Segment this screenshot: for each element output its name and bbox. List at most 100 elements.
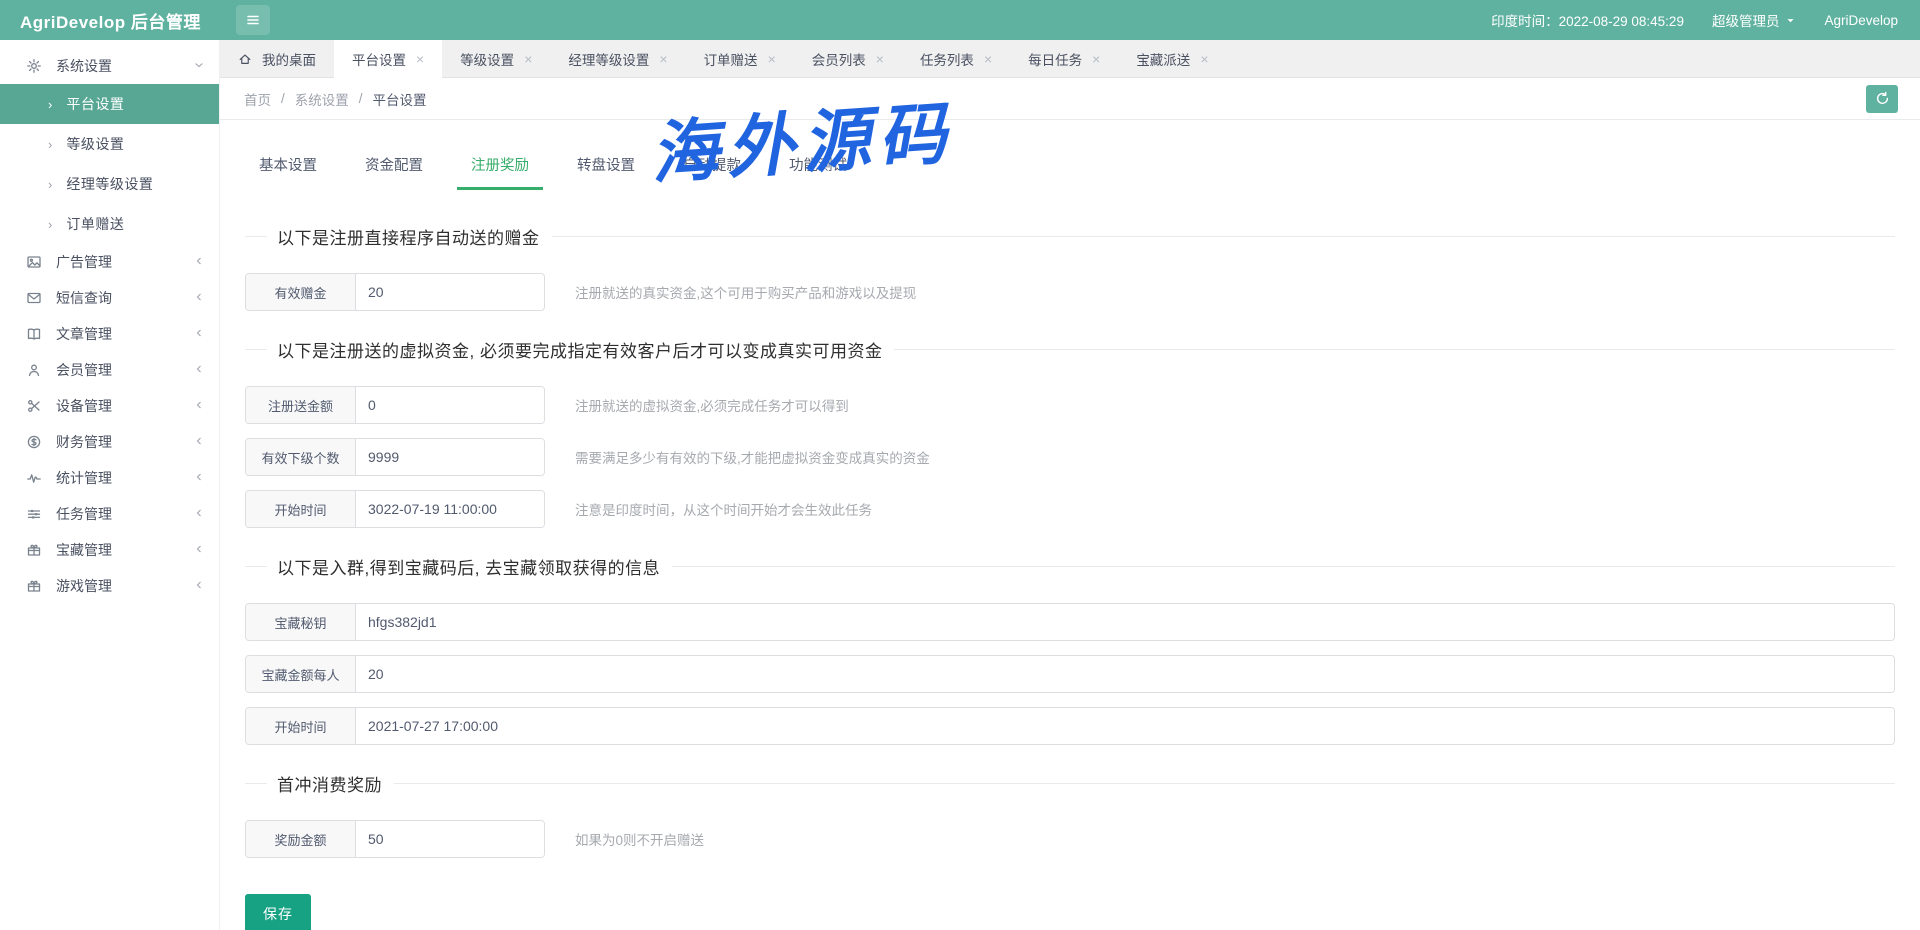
- sidebar-item-finance-management[interactable]: 财务管理: [0, 424, 219, 460]
- chevron-left-icon: [193, 254, 205, 270]
- tab-auto-withdraw[interactable]: 自动提款: [669, 154, 755, 190]
- tab-treasure-delivery[interactable]: 宝藏派送 ×: [1118, 40, 1226, 77]
- sidebar-item-order-gift[interactable]: › 订单赠送: [0, 204, 219, 244]
- close-icon[interactable]: ×: [768, 51, 776, 67]
- close-icon[interactable]: ×: [416, 51, 424, 67]
- book-icon: [26, 326, 42, 342]
- sidebar-item-label: 任务管理: [56, 504, 193, 524]
- scissors-icon: [26, 398, 42, 414]
- role-label: 超级管理员: [1712, 10, 1780, 30]
- close-icon[interactable]: ×: [876, 51, 884, 67]
- sidebar-item-statistics-management[interactable]: 统计管理: [0, 460, 219, 496]
- tab-wheel-settings[interactable]: 转盘设置: [563, 154, 649, 190]
- sidebar-item-sms-query[interactable]: 短信查询: [0, 280, 219, 316]
- page-body: 基本设置 资金配置 注册奖励 转盘设置 自动提款 功能测试 以下是注册直接程序自…: [220, 120, 1920, 930]
- treasure-amount-input[interactable]: [356, 656, 1894, 692]
- treasure-start-time-input[interactable]: [356, 708, 1894, 744]
- breadcrumb-home[interactable]: 首页: [244, 89, 271, 109]
- tab-my-desktop[interactable]: 我的桌面: [220, 40, 334, 77]
- sidebar-item-label: 经理等级设置: [66, 174, 153, 194]
- tab-manager-level-settings[interactable]: 经理等级设置 ×: [550, 40, 685, 77]
- sliders-icon: [26, 506, 42, 522]
- sidebar-item-label: 等级设置: [66, 134, 124, 154]
- tab-label: 平台设置: [352, 49, 406, 69]
- close-icon[interactable]: ×: [524, 51, 532, 67]
- section-header: 首冲消费奖励: [245, 771, 1895, 796]
- reward-amount-input[interactable]: [356, 821, 545, 857]
- tab-order-gift[interactable]: 订单赠送 ×: [686, 40, 794, 77]
- chevron-right-icon: ›: [48, 217, 52, 232]
- field-start-time-task: 开始时间 注意是印度时间，从这个时间开始才会生效此任务: [245, 490, 1895, 528]
- mail-icon: [26, 290, 42, 306]
- chevron-left-icon: [193, 470, 205, 486]
- sidebar-item-treasure-management[interactable]: 宝藏管理: [0, 532, 219, 568]
- tab-function-test[interactable]: 功能测试: [775, 154, 861, 190]
- settings-tab-bar: 基本设置 资金配置 注册奖励 转盘设置 自动提款 功能测试: [245, 154, 1895, 190]
- valid-bonus-input[interactable]: [356, 274, 545, 310]
- sidebar-item-article-management[interactable]: 文章管理: [0, 316, 219, 352]
- chevron-left-icon: [193, 434, 205, 450]
- breadcrumb-system-settings[interactable]: 系统设置: [295, 89, 349, 109]
- treasure-key-input[interactable]: [356, 604, 1894, 640]
- tab-label: 任务列表: [920, 49, 974, 69]
- sidebar-item-label: 订单赠送: [66, 214, 124, 234]
- tab-basic-settings[interactable]: 基本设置: [245, 154, 331, 190]
- refresh-button[interactable]: [1866, 85, 1898, 113]
- tab-daily-task[interactable]: 每日任务 ×: [1010, 40, 1118, 77]
- section-title: 以下是注册送的虚拟资金, 必须要完成指定有效客户后才可以变成真实可用资金: [277, 337, 882, 362]
- tab-platform-settings[interactable]: 平台设置 ×: [334, 40, 442, 78]
- field-hint: 注册就送的虚拟资金,必须完成任务才可以得到: [575, 395, 849, 415]
- sidebar-item-task-management[interactable]: 任务管理: [0, 496, 219, 532]
- dollar-icon: [26, 434, 42, 450]
- sidebar-item-device-management[interactable]: 设备管理: [0, 388, 219, 424]
- tab-member-list[interactable]: 会员列表 ×: [794, 40, 902, 77]
- gear-icon: [26, 58, 42, 74]
- role-dropdown[interactable]: 超级管理员: [1712, 10, 1797, 30]
- save-button[interactable]: 保存: [245, 894, 311, 930]
- tab-fund-config[interactable]: 资金配置: [351, 154, 437, 190]
- sidebar-item-system-settings[interactable]: 系统设置: [0, 48, 219, 84]
- tab-label: 会员列表: [812, 49, 866, 69]
- sidebar-toggle-button[interactable]: [236, 5, 270, 35]
- field-label: 开始时间: [246, 491, 356, 527]
- sidebar-item-label: 游戏管理: [56, 576, 193, 596]
- close-icon[interactable]: ×: [659, 51, 667, 67]
- section-title: 以下是入群,得到宝藏码后, 去宝藏领取获得的信息: [277, 554, 660, 579]
- section-title: 首冲消费奖励: [277, 771, 382, 796]
- start-time-task-input[interactable]: [356, 491, 545, 527]
- sidebar-item-label: 财务管理: [56, 432, 193, 452]
- tab-register-reward[interactable]: 注册奖励: [457, 154, 543, 190]
- sidebar-item-platform-settings[interactable]: › 平台设置: [0, 84, 219, 124]
- sidebar: 系统设置 › 平台设置 › 等级设置 › 经理等级设置 › 订单赠送 广告管理: [0, 40, 220, 930]
- sidebar-item-label: 统计管理: [56, 468, 193, 488]
- breadcrumb-row: 首页 / 系统设置 / 平台设置: [220, 78, 1920, 120]
- tab-task-list[interactable]: 任务列表 ×: [902, 40, 1010, 77]
- sidebar-item-label: 文章管理: [56, 324, 193, 344]
- hamburger-icon: [245, 12, 261, 28]
- register-amount-input[interactable]: [356, 387, 545, 423]
- sidebar-item-manager-level-settings[interactable]: › 经理等级设置: [0, 164, 219, 204]
- chevron-right-icon: ›: [48, 137, 52, 152]
- chevron-left-icon: [193, 506, 205, 522]
- tab-label: 宝藏派送: [1136, 49, 1190, 69]
- sidebar-item-level-settings[interactable]: › 等级设置: [0, 124, 219, 164]
- sidebar-item-label: 宝藏管理: [56, 540, 193, 560]
- tab-label: 我的桌面: [262, 49, 316, 69]
- sidebar-item-game-management[interactable]: 游戏管理: [0, 568, 219, 604]
- field-register-amount: 注册送金额 注册就送的虚拟资金,必须完成任务才可以得到: [245, 386, 1895, 424]
- chevron-left-icon: [193, 542, 205, 558]
- tab-level-settings[interactable]: 等级设置 ×: [442, 40, 550, 77]
- account-name: AgriDevelop: [1824, 13, 1898, 28]
- home-icon: [238, 52, 252, 66]
- sidebar-item-member-management[interactable]: 会员管理: [0, 352, 219, 388]
- field-hint: 注册就送的真实资金,这个可用于购买产品和游戏以及提现: [575, 282, 916, 302]
- close-icon[interactable]: ×: [984, 51, 992, 67]
- valid-subordinates-input[interactable]: [356, 439, 545, 475]
- close-icon[interactable]: ×: [1092, 51, 1100, 67]
- close-icon[interactable]: ×: [1200, 51, 1208, 67]
- field-label: 有效下级个数: [246, 439, 356, 475]
- sidebar-item-label: 平台设置: [66, 94, 124, 114]
- chevron-left-icon: [193, 398, 205, 414]
- field-label: 宝藏金额每人: [246, 656, 356, 692]
- sidebar-item-ad-management[interactable]: 广告管理: [0, 244, 219, 280]
